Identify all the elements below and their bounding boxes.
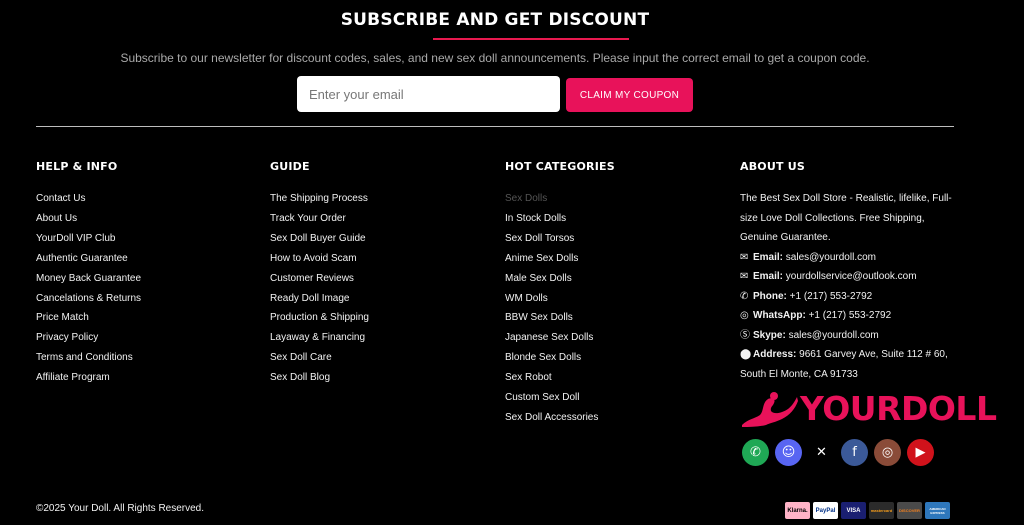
category-link-japanese[interactable]: Japanese Sex Dolls — [505, 328, 615, 348]
hot-categories-heading: HOT CATEGORIES — [505, 160, 615, 173]
footer-link-money-back[interactable]: Money Back Guarantee — [36, 269, 141, 289]
footer-link-cancelations[interactable]: Cancelations & Returns — [36, 289, 141, 309]
footer-link-vip-club[interactable]: YourDoll VIP Club — [36, 229, 141, 249]
claim-coupon-button[interactable]: CLAIM MY COUPON — [566, 78, 693, 112]
title-underline — [433, 38, 629, 40]
email-link[interactable]: yourdollservice@outlook.com — [786, 271, 917, 282]
footer-link-price-match[interactable]: Price Match — [36, 308, 141, 328]
footer-link-buyer-guide[interactable]: Sex Doll Buyer Guide — [270, 229, 369, 249]
email-link[interactable]: sales@yourdoll.com — [786, 252, 876, 263]
footer-link-care[interactable]: Sex Doll Care — [270, 348, 369, 368]
subscribe-title: SUBSCRIBE AND GET DISCOUNT — [340, 10, 650, 30]
youtube-icon[interactable]: ▶ — [907, 439, 934, 466]
footer-link-contact-us[interactable]: Contact Us — [36, 189, 141, 209]
contact-address: ⬤ Address: 9661 Garvey Ave, Suite 112 # 6… — [740, 345, 958, 384]
guide-column: GUIDE The Shipping Process Track Your Or… — [270, 160, 369, 388]
email-input[interactable] — [297, 76, 560, 112]
map-marker-icon: ⬤ — [740, 349, 752, 360]
footer-link-production[interactable]: Production & Shipping — [270, 308, 369, 328]
contact-email-2: ✉ Email: yourdollservice@outlook.com — [740, 267, 958, 287]
mastercard-icon: mastercard — [869, 502, 894, 519]
contact-whatsapp: ◎ WhatsApp: +1 (217) 553-2792 — [740, 306, 958, 326]
envelope-icon: ✉ — [740, 251, 749, 263]
category-link-torsos[interactable]: Sex Doll Torsos — [505, 229, 615, 249]
footer-link-layaway[interactable]: Layaway & Financing — [270, 328, 369, 348]
category-link-sex-dolls[interactable]: Sex Dolls — [505, 189, 615, 209]
footer-link-terms[interactable]: Terms and Conditions — [36, 348, 141, 368]
about-us-heading: ABOUT US — [740, 160, 805, 173]
phone-link[interactable]: +1 (217) 553-2792 — [790, 291, 873, 302]
about-description: The Best Sex Doll Store - Realistic, lif… — [740, 193, 952, 243]
footer-link-authentic-guarantee[interactable]: Authentic Guarantee — [36, 249, 141, 269]
logo-silhouette-icon — [742, 392, 798, 427]
divider — [36, 126, 954, 127]
whatsapp-link[interactable]: +1 (217) 553-2792 — [809, 310, 892, 321]
yourdoll-logo[interactable]: YOURDOLL — [740, 389, 997, 429]
visa-icon: VISA — [841, 502, 866, 519]
contact-skype: Ⓢ Skype: sales@yourdoll.com — [740, 326, 958, 346]
skype-link[interactable]: sales@yourdoll.com — [789, 330, 879, 341]
category-link-accessories[interactable]: Sex Doll Accessories — [505, 408, 615, 428]
facebook-icon[interactable]: f — [841, 439, 868, 466]
category-link-male[interactable]: Male Sex Dolls — [505, 269, 615, 289]
footer-link-affiliate[interactable]: Affiliate Program — [36, 368, 141, 388]
skype-icon: Ⓢ — [740, 329, 750, 341]
amex-icon: AMERICAN EXPRESS — [925, 502, 950, 519]
instagram-icon[interactable]: ◎ — [874, 439, 901, 466]
whatsapp-icon: ◎ — [740, 310, 749, 321]
about-us-column: ABOUT US The Best Sex Doll Store - Reali… — [740, 160, 958, 384]
footer-link-blog[interactable]: Sex Doll Blog — [270, 368, 369, 388]
help-info-column: HELP & INFO Contact Us About Us YourDoll… — [36, 160, 141, 388]
footer-link-track-order[interactable]: Track Your Order — [270, 209, 369, 229]
whatsapp-icon[interactable]: ✆ — [742, 439, 769, 466]
subscribe-description: Subscribe to our newsletter for discount… — [120, 51, 870, 65]
klarna-icon: Klarna. — [785, 502, 810, 519]
guide-heading: GUIDE — [270, 160, 310, 173]
category-link-blonde[interactable]: Blonde Sex Dolls — [505, 348, 615, 368]
footer-link-ready-doll[interactable]: Ready Doll Image — [270, 289, 369, 309]
help-info-heading: HELP & INFO — [36, 160, 118, 173]
logo-text: YOURDOLL — [800, 389, 997, 428]
category-link-wm[interactable]: WM Dolls — [505, 289, 615, 309]
category-link-anime[interactable]: Anime Sex Dolls — [505, 249, 615, 269]
category-link-in-stock[interactable]: In Stock Dolls — [505, 209, 615, 229]
envelope-icon: ✉ — [740, 271, 749, 282]
social-links: ✆ ☺ ✕ f ◎ ▶ — [742, 439, 934, 466]
category-link-custom[interactable]: Custom Sex Doll — [505, 388, 615, 408]
contact-email-1: ✉ Email: sales@yourdoll.com — [740, 248, 958, 268]
footer-link-avoid-scam[interactable]: How to Avoid Scam — [270, 249, 369, 269]
footer-link-privacy[interactable]: Privacy Policy — [36, 328, 141, 348]
payment-methods: Klarna. PayPal VISA mastercard DISCOVER … — [785, 502, 950, 519]
copyright-text: ©2025 Your Doll. All Rights Reserved. — [36, 503, 205, 514]
footer-link-reviews[interactable]: Customer Reviews — [270, 269, 369, 289]
phone-icon: ✆ — [740, 290, 749, 302]
footer-link-shipping-process[interactable]: The Shipping Process — [270, 189, 369, 209]
footer-link-about-us[interactable]: About Us — [36, 209, 141, 229]
category-link-bbw[interactable]: BBW Sex Dolls — [505, 308, 615, 328]
hot-categories-column: HOT CATEGORIES Sex Dolls In Stock Dolls … — [505, 160, 615, 428]
paypal-icon: PayPal — [813, 502, 838, 519]
discord-icon[interactable]: ☺ — [775, 439, 802, 466]
x-icon[interactable]: ✕ — [808, 439, 835, 466]
contact-phone: ✆ Phone: +1 (217) 553-2792 — [740, 287, 958, 307]
discover-icon: DISCOVER — [897, 502, 922, 519]
category-link-robot[interactable]: Sex Robot — [505, 368, 615, 388]
